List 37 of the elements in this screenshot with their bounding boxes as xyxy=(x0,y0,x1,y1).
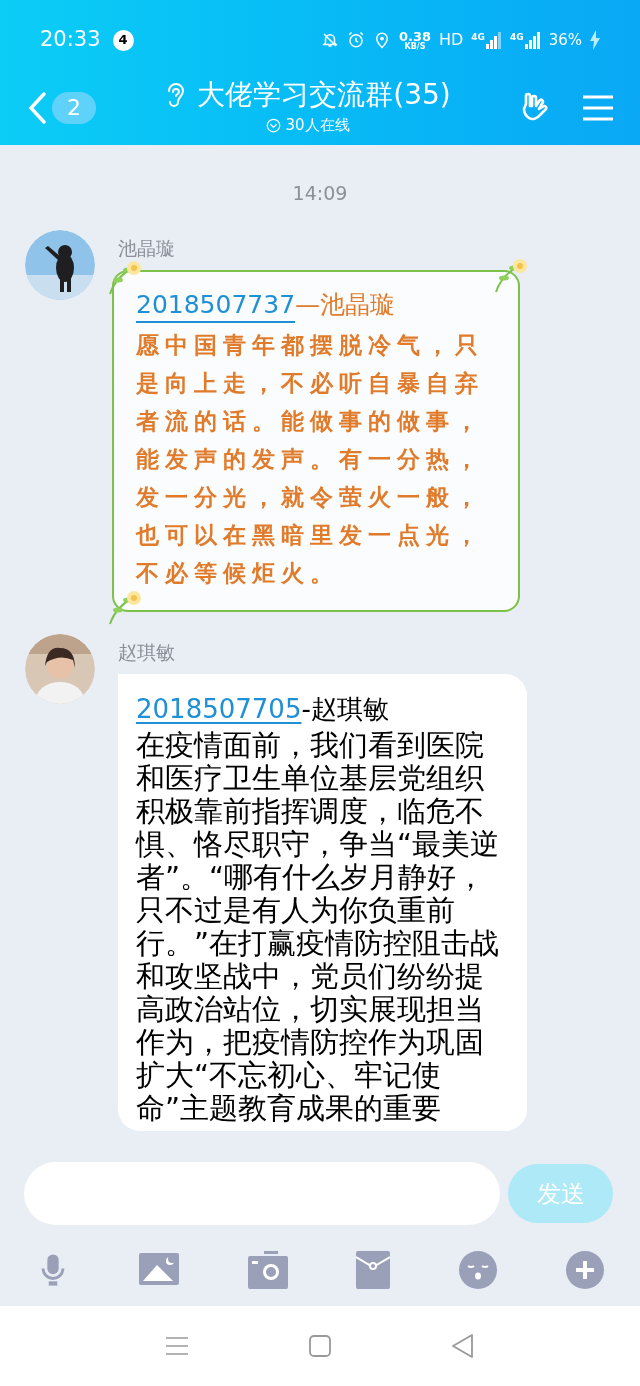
menu-icon[interactable] xyxy=(165,1336,189,1356)
notification-badge: 4 xyxy=(112,29,134,51)
back-triangle-icon[interactable] xyxy=(451,1333,475,1359)
network-label: 4G xyxy=(471,31,485,44)
status-time: 20:33 xyxy=(40,26,101,54)
qq-id-link[interactable]: 2018507705 xyxy=(136,694,302,724)
alarm-icon xyxy=(346,31,365,49)
emoji-face-icon[interactable] xyxy=(459,1251,498,1289)
charging-icon xyxy=(590,30,600,50)
network-label: 4G xyxy=(510,31,524,44)
battery-level: 36% xyxy=(548,29,582,51)
home-square-icon[interactable] xyxy=(309,1335,331,1357)
sender-label: 池晶璇 xyxy=(118,235,176,261)
group-title: 大佬学习交流群(35) xyxy=(197,78,451,113)
message-text: 在疫情面前，我们看到医院和医疗卫生单位基层党组织积极靠前指挥调度，临危不惧、恪尽职守，争当“最美逆者”。“哪有什么岁月静好，只不过是有人为你负重前行。”在打赢疫情防控阻击战和攻坚战中，党员们纷纷提高政治站位，切实展现担当作为，把疫情防控作为巩固扩大“不忘初心、牢记使命”主题教育成果的重要 xyxy=(136,729,500,1125)
qq-id-link[interactable]: 2018507737 xyxy=(136,290,296,319)
chevron-down-circle-icon[interactable] xyxy=(266,118,282,133)
hd-label: HD xyxy=(439,29,464,51)
envelope-icon[interactable] xyxy=(356,1251,391,1289)
signal-icon xyxy=(524,31,541,49)
online-count: 30人在线 xyxy=(285,115,350,137)
speed-unit: KB/S xyxy=(404,42,426,51)
sender-label: 赵琪敏 xyxy=(118,639,176,665)
menu-icon[interactable] xyxy=(582,93,614,122)
speed-value: 0.38 xyxy=(398,29,431,43)
message-timestamp: 14:09 xyxy=(292,181,348,206)
camera-icon[interactable] xyxy=(247,1251,288,1289)
sender-name: -赵琪敏 xyxy=(301,694,389,724)
unread-badge: 2 xyxy=(52,91,96,124)
signal-icon xyxy=(486,31,502,49)
image-icon[interactable] xyxy=(138,1253,179,1287)
back-chevron-icon xyxy=(26,90,48,125)
mute-bell-icon xyxy=(320,31,339,49)
sender-name: —池晶璇 xyxy=(295,290,396,319)
plus-icon[interactable] xyxy=(566,1251,604,1289)
back-button[interactable]: 2 xyxy=(26,90,96,125)
message-text: 愿中国青年都摆脱冷气，只是向上走，不必听自暴自弃者流的话。能做事的做事，能发声的发声。有一分热，发一分光，就令萤火一般，也可以在黑暗里发一点光，不必等候炬火。 xyxy=(136,330,485,588)
